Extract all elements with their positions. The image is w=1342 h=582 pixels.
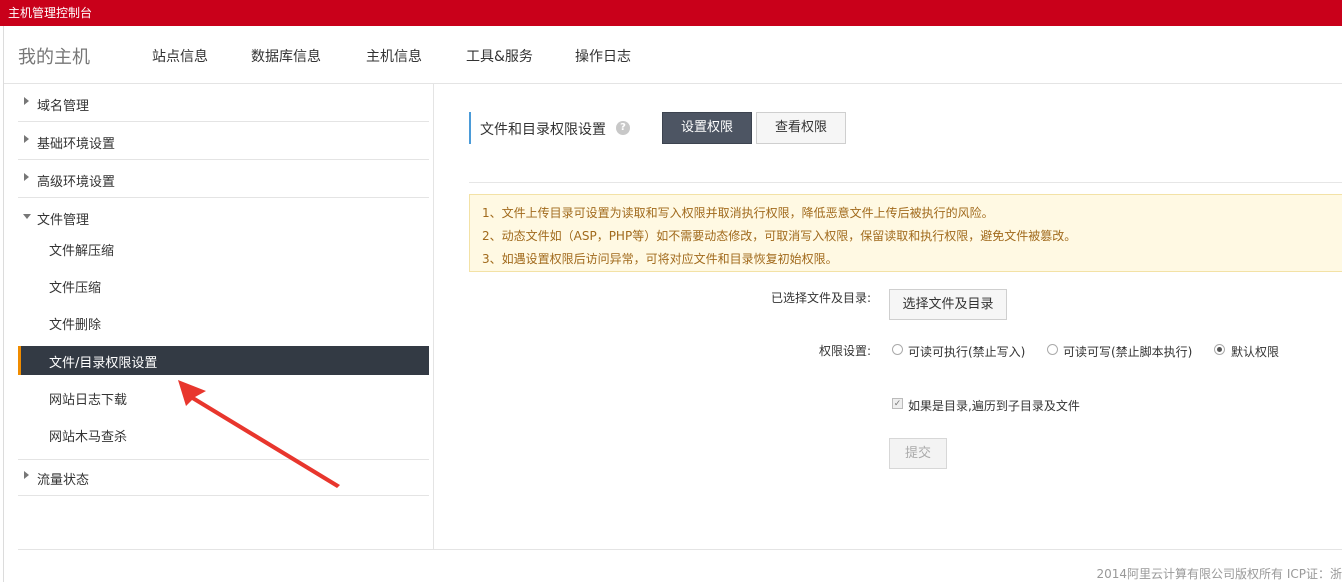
sidebar-group-label: 高级环境设置 <box>37 175 116 190</box>
brand-title[interactable]: 我的主机 <box>18 43 90 69</box>
radio-default[interactable] <box>1214 344 1225 355</box>
caret-right-icon <box>24 173 29 181</box>
selected-files-label: 已选择文件及目录: <box>770 291 871 305</box>
footer-divider <box>18 549 1342 550</box>
page-shell: 我的主机 站点信息 数据库信息 主机信息 工具&服务 操作日志 域名管理 基础环… <box>3 26 1342 582</box>
sidebar-group-label: 文件管理 <box>37 213 90 228</box>
notice-line: 1、文件上传目录可设置为读取和写入权限并取消执行权限，降低恶意文件上传后被执行的… <box>482 206 994 220</box>
sidebar-item-permissions[interactable]: 文件/目录权限设置 <box>18 346 429 375</box>
sidebar-group-traffic[interactable]: 流量状态 <box>18 458 429 496</box>
caret-down-icon <box>23 214 31 219</box>
radio-read-write[interactable] <box>1047 344 1058 355</box>
sidebar-group-label: 域名管理 <box>37 99 90 114</box>
sidebar-item-label: 文件/目录权限设置 <box>49 356 158 371</box>
section-header: 文件和目录权限设置 ? <box>469 112 630 144</box>
permission-label: 权限设置: <box>818 344 871 358</box>
main-content: 文件和目录权限设置 ? 设置权限 查看权限 1、文件上传目录可设置为读取和写入权… <box>434 84 1342 550</box>
sidebar: 域名管理 基础环境设置 高级环境设置 文件管理 文件解压缩 文件压缩 文件删除 … <box>4 84 434 550</box>
sidebar-group-advanced-env[interactable]: 高级环境设置 <box>18 160 429 198</box>
console-title: 主机管理控制台 <box>8 6 93 20</box>
nav-site-info[interactable]: 站点信息 <box>152 46 208 66</box>
nav-host-info[interactable]: 主机信息 <box>366 46 422 66</box>
sidebar-item-malware-scan[interactable]: 网站木马查杀 <box>18 420 429 449</box>
caret-right-icon <box>24 471 29 479</box>
radio-read-write-label[interactable]: 可读可写(禁止脚本执行) <box>1063 343 1192 360</box>
nav-tools-services[interactable]: 工具&服务 <box>466 46 533 66</box>
footer-copyright: 2014阿里云计算有限公司版权所有 ICP证：浙 <box>1096 567 1342 581</box>
sidebar-item-label: 网站木马查杀 <box>49 430 128 445</box>
main-nav: 我的主机 站点信息 数据库信息 主机信息 工具&服务 操作日志 <box>4 26 1342 84</box>
sidebar-item-compress[interactable]: 文件压缩 <box>18 271 429 300</box>
radio-read-execute[interactable] <box>892 344 903 355</box>
section-title: 文件和目录权限设置 <box>480 122 606 138</box>
submit-button[interactable]: 提交 <box>889 438 947 469</box>
tab-view-permissions[interactable]: 查看权限 <box>756 112 846 144</box>
top-bar: 主机管理控制台 <box>0 0 1342 26</box>
sidebar-group-basic-env[interactable]: 基础环境设置 <box>18 122 429 160</box>
sidebar-item-log-download[interactable]: 网站日志下载 <box>18 383 429 412</box>
help-icon[interactable]: ? <box>616 121 630 135</box>
notice-line: 2、动态文件如（ASP，PHP等）如不需要动态修改，可取消写入权限，保留读取和执… <box>482 229 1077 243</box>
notice-line: 3、如遇设置权限后访问异常，可将对应文件和目录恢复初始权限。 <box>482 252 838 266</box>
select-files-button[interactable]: 选择文件及目录 <box>889 289 1007 320</box>
section-divider <box>469 182 1342 183</box>
sidebar-item-label: 网站日志下载 <box>49 393 128 408</box>
sidebar-item-label: 文件压缩 <box>49 281 102 296</box>
tab-set-permissions[interactable]: 设置权限 <box>662 112 752 144</box>
recursive-checkbox[interactable]: ✓ <box>892 398 903 409</box>
nav-operation-log[interactable]: 操作日志 <box>575 46 631 66</box>
radio-default-label[interactable]: 默认权限 <box>1231 343 1279 360</box>
caret-right-icon <box>24 135 29 143</box>
recursive-label[interactable]: 如果是目录,遍历到子目录及文件 <box>908 397 1080 414</box>
sidebar-group-domain[interactable]: 域名管理 <box>18 84 429 122</box>
radio-read-execute-label[interactable]: 可读可执行(禁止写入) <box>908 343 1025 360</box>
nav-database-info[interactable]: 数据库信息 <box>251 46 321 66</box>
sidebar-item-decompress[interactable]: 文件解压缩 <box>18 234 429 263</box>
notice-box: 1、文件上传目录可设置为读取和写入权限并取消执行权限，降低恶意文件上传后被执行的… <box>469 194 1342 272</box>
sidebar-group-label: 基础环境设置 <box>37 137 116 152</box>
sidebar-group-label: 流量状态 <box>37 473 90 488</box>
sidebar-item-label: 文件删除 <box>49 318 102 333</box>
sidebar-item-label: 文件解压缩 <box>49 244 115 259</box>
caret-right-icon <box>24 97 29 105</box>
sidebar-item-delete[interactable]: 文件删除 <box>18 308 429 337</box>
